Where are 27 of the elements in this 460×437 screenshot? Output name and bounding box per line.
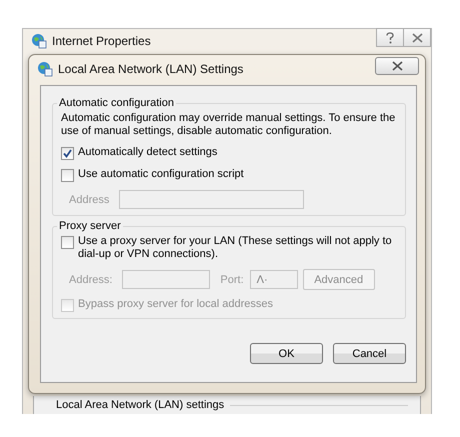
dialog-title: Local Area Network (LAN) Settings [58,62,244,76]
checkbox[interactable] [61,147,74,160]
checkbox-label[interactable]: Automatically detect settings [78,146,218,159]
description-text: Automatic configuration may override manual settings. To ensure the use of manual settings, disable automatic configuration. [61,112,396,138]
input-field[interactable] [122,270,210,289]
window-title: Internet Properties [52,34,151,48]
checkbox[interactable] [61,169,74,182]
field-label: Address: [69,274,112,286]
help-button[interactable] [376,28,404,47]
group-title: Automatic configuration [57,97,176,109]
close-icon [412,32,422,42]
input-field[interactable] [119,190,304,209]
ok-button[interactable]: OK [250,343,323,364]
checkbox-label[interactable]: Use automatic configuration script [78,168,244,181]
section-label: Local Area Network (LAN) settings [56,399,224,411]
field-label: Address [69,194,110,206]
help-icon [385,32,395,44]
close-button[interactable] [375,57,419,75]
close-button[interactable] [403,28,431,47]
checkbox[interactable] [61,236,74,249]
close-icon [392,61,402,71]
group-title: Proxy server [57,220,123,232]
cancel-button[interactable]: Cancel [333,343,406,364]
field-label: Port: [220,274,244,286]
globe-icon [31,33,47,49]
checkbox-label[interactable]: Use a proxy server for your LAN (These settings will not apply to dial-up or VPN connections). [78,235,397,261]
globe-icon [37,61,53,77]
